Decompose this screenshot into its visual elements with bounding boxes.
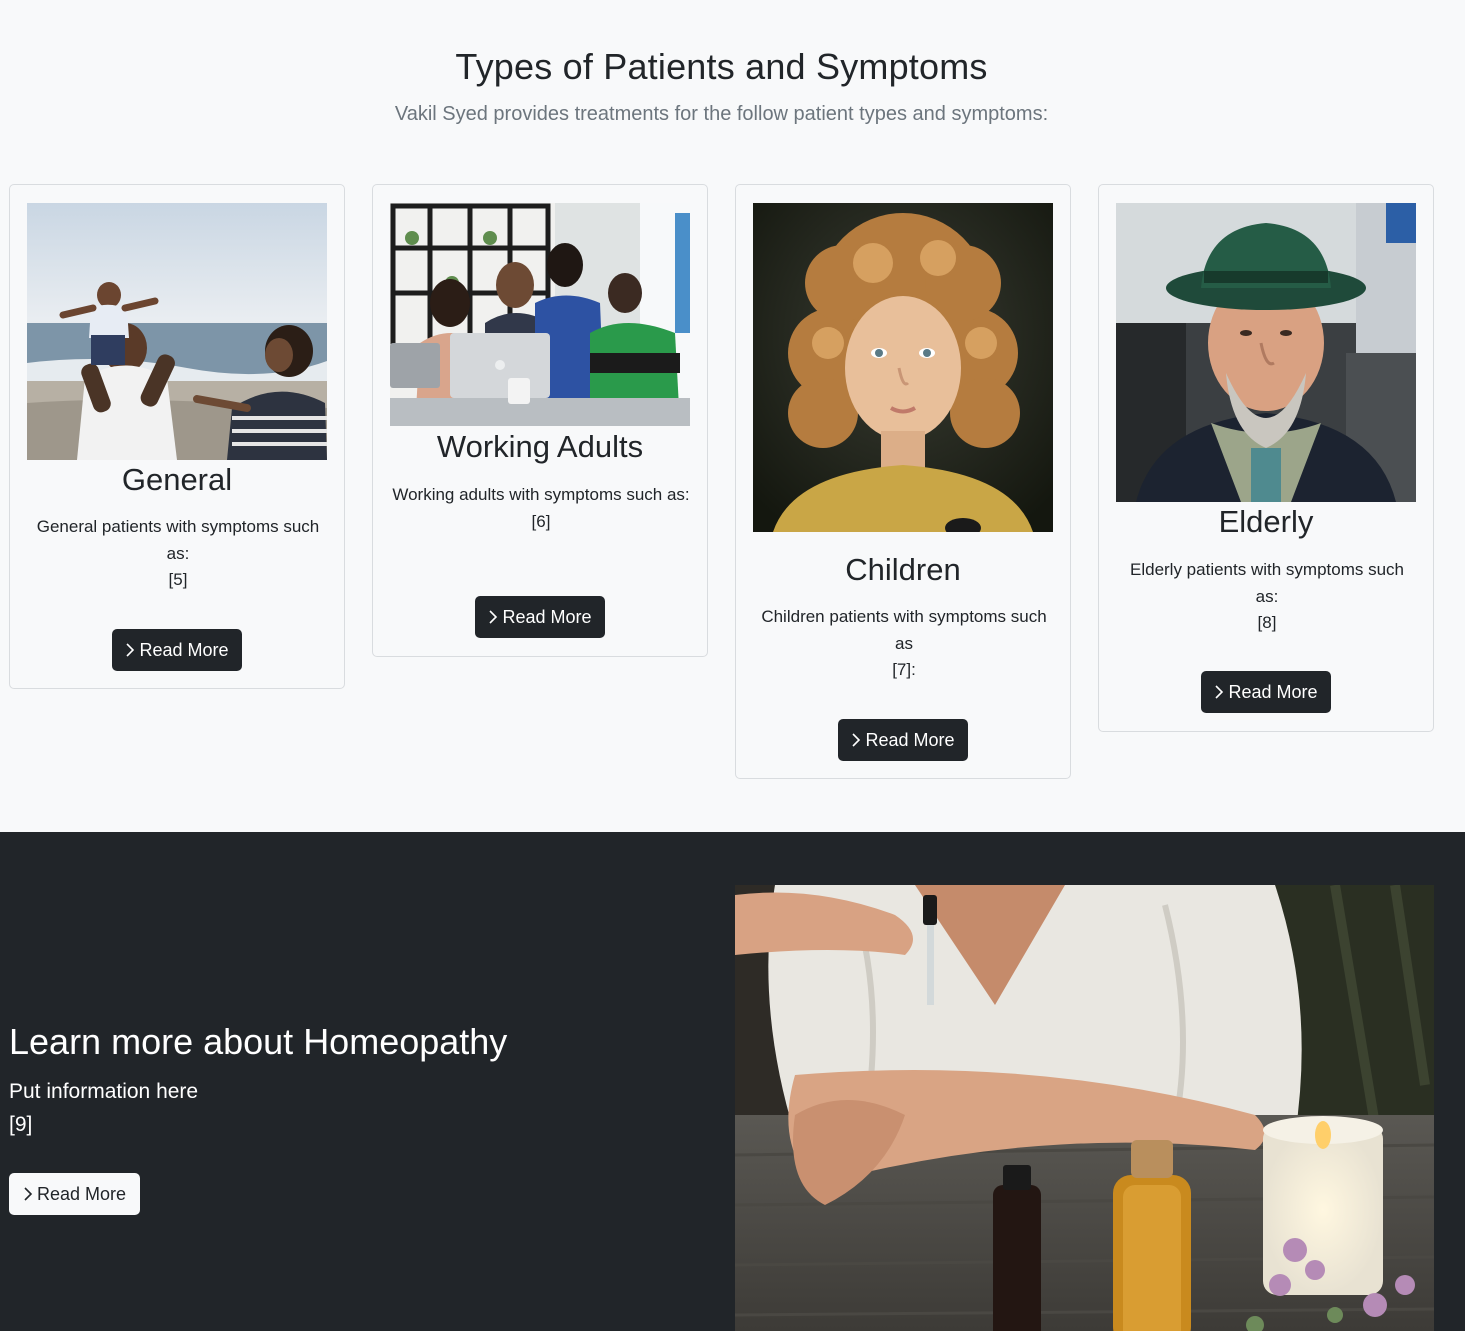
card-title: Working Adults: [436, 429, 644, 464]
elderly-man-hat-photo: [1116, 203, 1416, 502]
chevron-right-icon: [24, 1187, 33, 1201]
patient-types-section: Types of Patients and Symptoms Vakil Sye…: [0, 0, 1465, 832]
essential-oils-dropper-photo: [735, 885, 1434, 1331]
read-more-label: Read More: [1228, 681, 1318, 702]
card-title: Elderly: [1218, 504, 1314, 539]
card-reference: [6]: [531, 511, 551, 531]
card-description: Elderly patients with symptoms such as: …: [1117, 557, 1417, 637]
curly-haired-child-photo: [753, 203, 1053, 532]
card-children: Children Children patients with symptoms…: [735, 184, 1071, 779]
learn-homeopathy-section: Learn more about Homeopathy Put informat…: [0, 832, 1465, 1331]
learn-read-more-button[interactable]: Read More: [9, 1173, 140, 1215]
read-more-button[interactable]: Read More: [112, 629, 242, 671]
family-beach-photo: [27, 203, 327, 460]
card-reference: [8]: [1257, 613, 1277, 632]
card-description: General patients with symptoms such as: …: [28, 514, 328, 594]
card-description: Working adults with symptoms such as: [6…: [391, 482, 691, 535]
read-more-button[interactable]: Read More: [475, 596, 605, 638]
card-description: Children patients with symptoms such as …: [754, 604, 1054, 684]
card-reference: [7]:: [892, 660, 916, 679]
section-subtitle: Vakil Syed provides treatments for the f…: [394, 103, 1049, 125]
chevron-right-icon: [1215, 685, 1224, 699]
card-description-text: General patients with symptoms such as:: [36, 517, 320, 563]
read-more-label: Read More: [36, 1183, 127, 1204]
card-description-text: Children patients with symptoms such as: [761, 607, 1047, 653]
learn-title: Learn more about Homeopathy: [9, 1021, 508, 1062]
card-description-text: Elderly patients with symptoms such as:: [1130, 560, 1404, 606]
card-title: Children: [845, 552, 961, 587]
chevron-right-icon: [126, 643, 135, 657]
learn-description: Put information here [9]: [9, 1075, 198, 1141]
read-more-button[interactable]: Read More: [838, 719, 968, 761]
card-elderly: Elderly Elderly patients with symptoms s…: [1098, 184, 1434, 732]
learn-description-text: Put information here: [9, 1080, 199, 1103]
read-more-button[interactable]: Read More: [1201, 671, 1331, 713]
chevron-right-icon: [489, 610, 498, 624]
read-more-label: Read More: [502, 606, 592, 627]
learn-reference: [9]: [9, 1113, 33, 1136]
card-general: General General patients with symptoms s…: [9, 184, 345, 689]
card-reference: [5]: [168, 570, 188, 589]
card-description-text: Working adults with symptoms such as:: [392, 485, 690, 504]
card-working-adults: Working Adults Working adults with sympt…: [372, 184, 708, 657]
read-more-label: Read More: [865, 729, 955, 750]
card-title: General: [121, 462, 233, 497]
read-more-label: Read More: [139, 639, 229, 660]
section-title: Types of Patients and Symptoms: [455, 46, 988, 87]
chevron-right-icon: [852, 733, 861, 747]
office-team-laptop-photo: [390, 203, 690, 426]
